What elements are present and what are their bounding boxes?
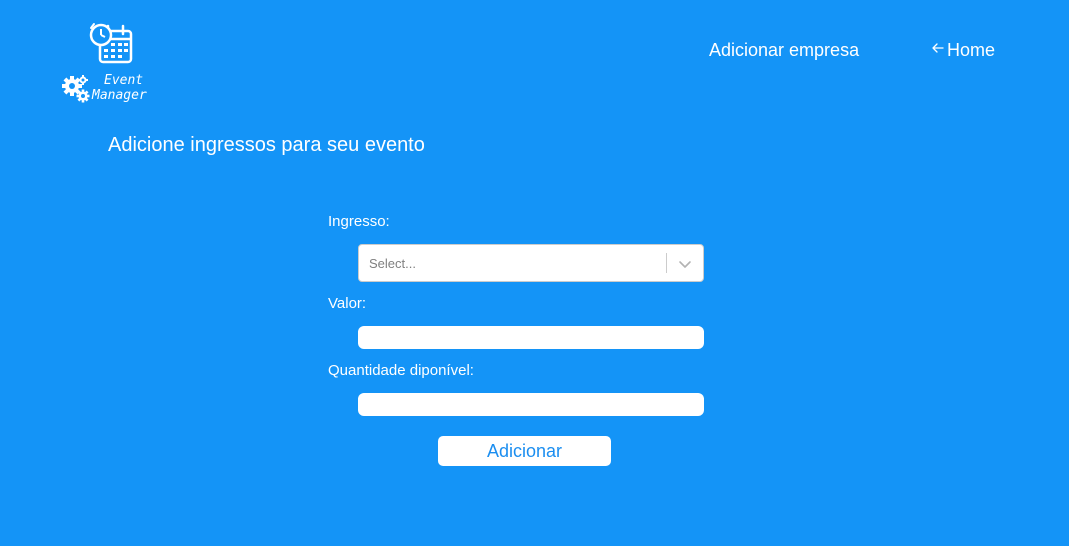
page-title: Adicione ingressos para seu evento xyxy=(108,134,425,156)
quantidade-label: Quantidade diponível: xyxy=(328,362,474,379)
select-separator xyxy=(666,253,667,273)
ingresso-select[interactable]: Select... xyxy=(358,244,704,282)
logo[interactable]: Event Manager xyxy=(60,22,170,112)
valor-label: Valor: xyxy=(328,295,367,312)
nav-home-label: Home xyxy=(947,40,996,60)
ingresso-label: Ingresso: xyxy=(328,213,390,230)
gears-icon xyxy=(62,75,90,103)
valor-input[interactable] xyxy=(358,326,704,349)
ingresso-select-placeholder: Select... xyxy=(369,256,416,271)
chevron-down-icon[interactable] xyxy=(677,256,693,272)
arrow-left-icon xyxy=(932,43,944,53)
logo-text: Event Manager xyxy=(92,73,147,103)
calendar-clock-icon xyxy=(89,23,133,64)
adicionar-button[interactable]: Adicionar xyxy=(438,436,611,466)
nav-home-link[interactable]: Home xyxy=(931,40,995,61)
logo-text-line1: Event xyxy=(104,73,144,88)
logo-text-line2: Manager xyxy=(92,88,147,103)
nav-adicionar-empresa-link[interactable]: Adicionar empresa xyxy=(709,40,859,61)
quantidade-input[interactable] xyxy=(358,393,704,416)
